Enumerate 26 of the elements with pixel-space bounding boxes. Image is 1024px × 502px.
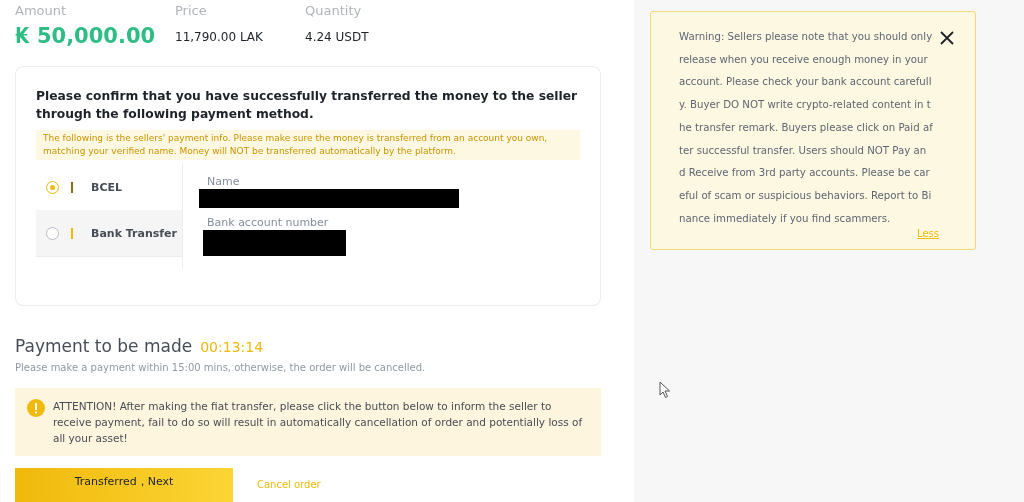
field-label: Name <box>206 174 241 189</box>
radio-button[interactable] <box>46 226 59 240</box>
method-label: Bank Transfer <box>91 226 177 240</box>
summary-value: 4.24 USDT <box>305 29 370 46</box>
notice-text: The following is the sellers' payment info. Please make sure the money is transferred from an account you own, matching your verified name. Money will NOT be transferred automatically by the platform. <box>36 130 580 160</box>
payment-hint: Please make a payment within 15:00 mins, otherwise, the order will be cancelled. <box>15 362 427 373</box>
attention-text: ATTENTION! After making the fiat transfer, please click the button below to inform the seller to receive payment, fail to do so will result in automatically cancellation of order and potentially loss of all your asset! <box>53 399 584 446</box>
field-label: Bank account number <box>206 215 330 230</box>
radio-button[interactable] <box>46 180 59 194</box>
summary-label: Amount <box>15 2 68 20</box>
summary-label: Quantity <box>305 2 363 20</box>
summary-label: Price <box>175 2 208 20</box>
card-title: Please confirm that you have successfully transferred the money to the seller through the following payment method. <box>36 88 579 123</box>
countdown-timer: 00:13:14 <box>200 339 264 355</box>
summary-value: ₭ 50,000.00 <box>15 23 157 50</box>
payment-title: Payment to be made <box>15 336 193 356</box>
close-button[interactable] <box>938 30 955 46</box>
method-marker-icon <box>71 227 73 239</box>
warning-icon <box>27 399 45 417</box>
method-marker-icon <box>71 181 73 193</box>
mouse-cursor-icon <box>659 381 671 399</box>
method-label: BCEL <box>91 180 122 194</box>
payment-method-option[interactable]: Bank Transfer <box>36 210 182 257</box>
warning-text: Warning: Sellers please note that you should only release when you receive enough money in your account. Please check your bank account carefull y. Buyer DO NOT write crypto-related content in t he transfer remark. Buyers please click on Paid af ter successful transfer. Users should NOT Pay an d Receive from 3rd party accounts. Please be car eful of scam or suspicious behaviors. Report to Bi nance immediately if you find scammers. <box>679 30 933 226</box>
summary-value: 11,790.00 LAK <box>175 29 264 46</box>
transferred-next-button[interactable]: Transferred，Next <box>15 468 233 502</box>
